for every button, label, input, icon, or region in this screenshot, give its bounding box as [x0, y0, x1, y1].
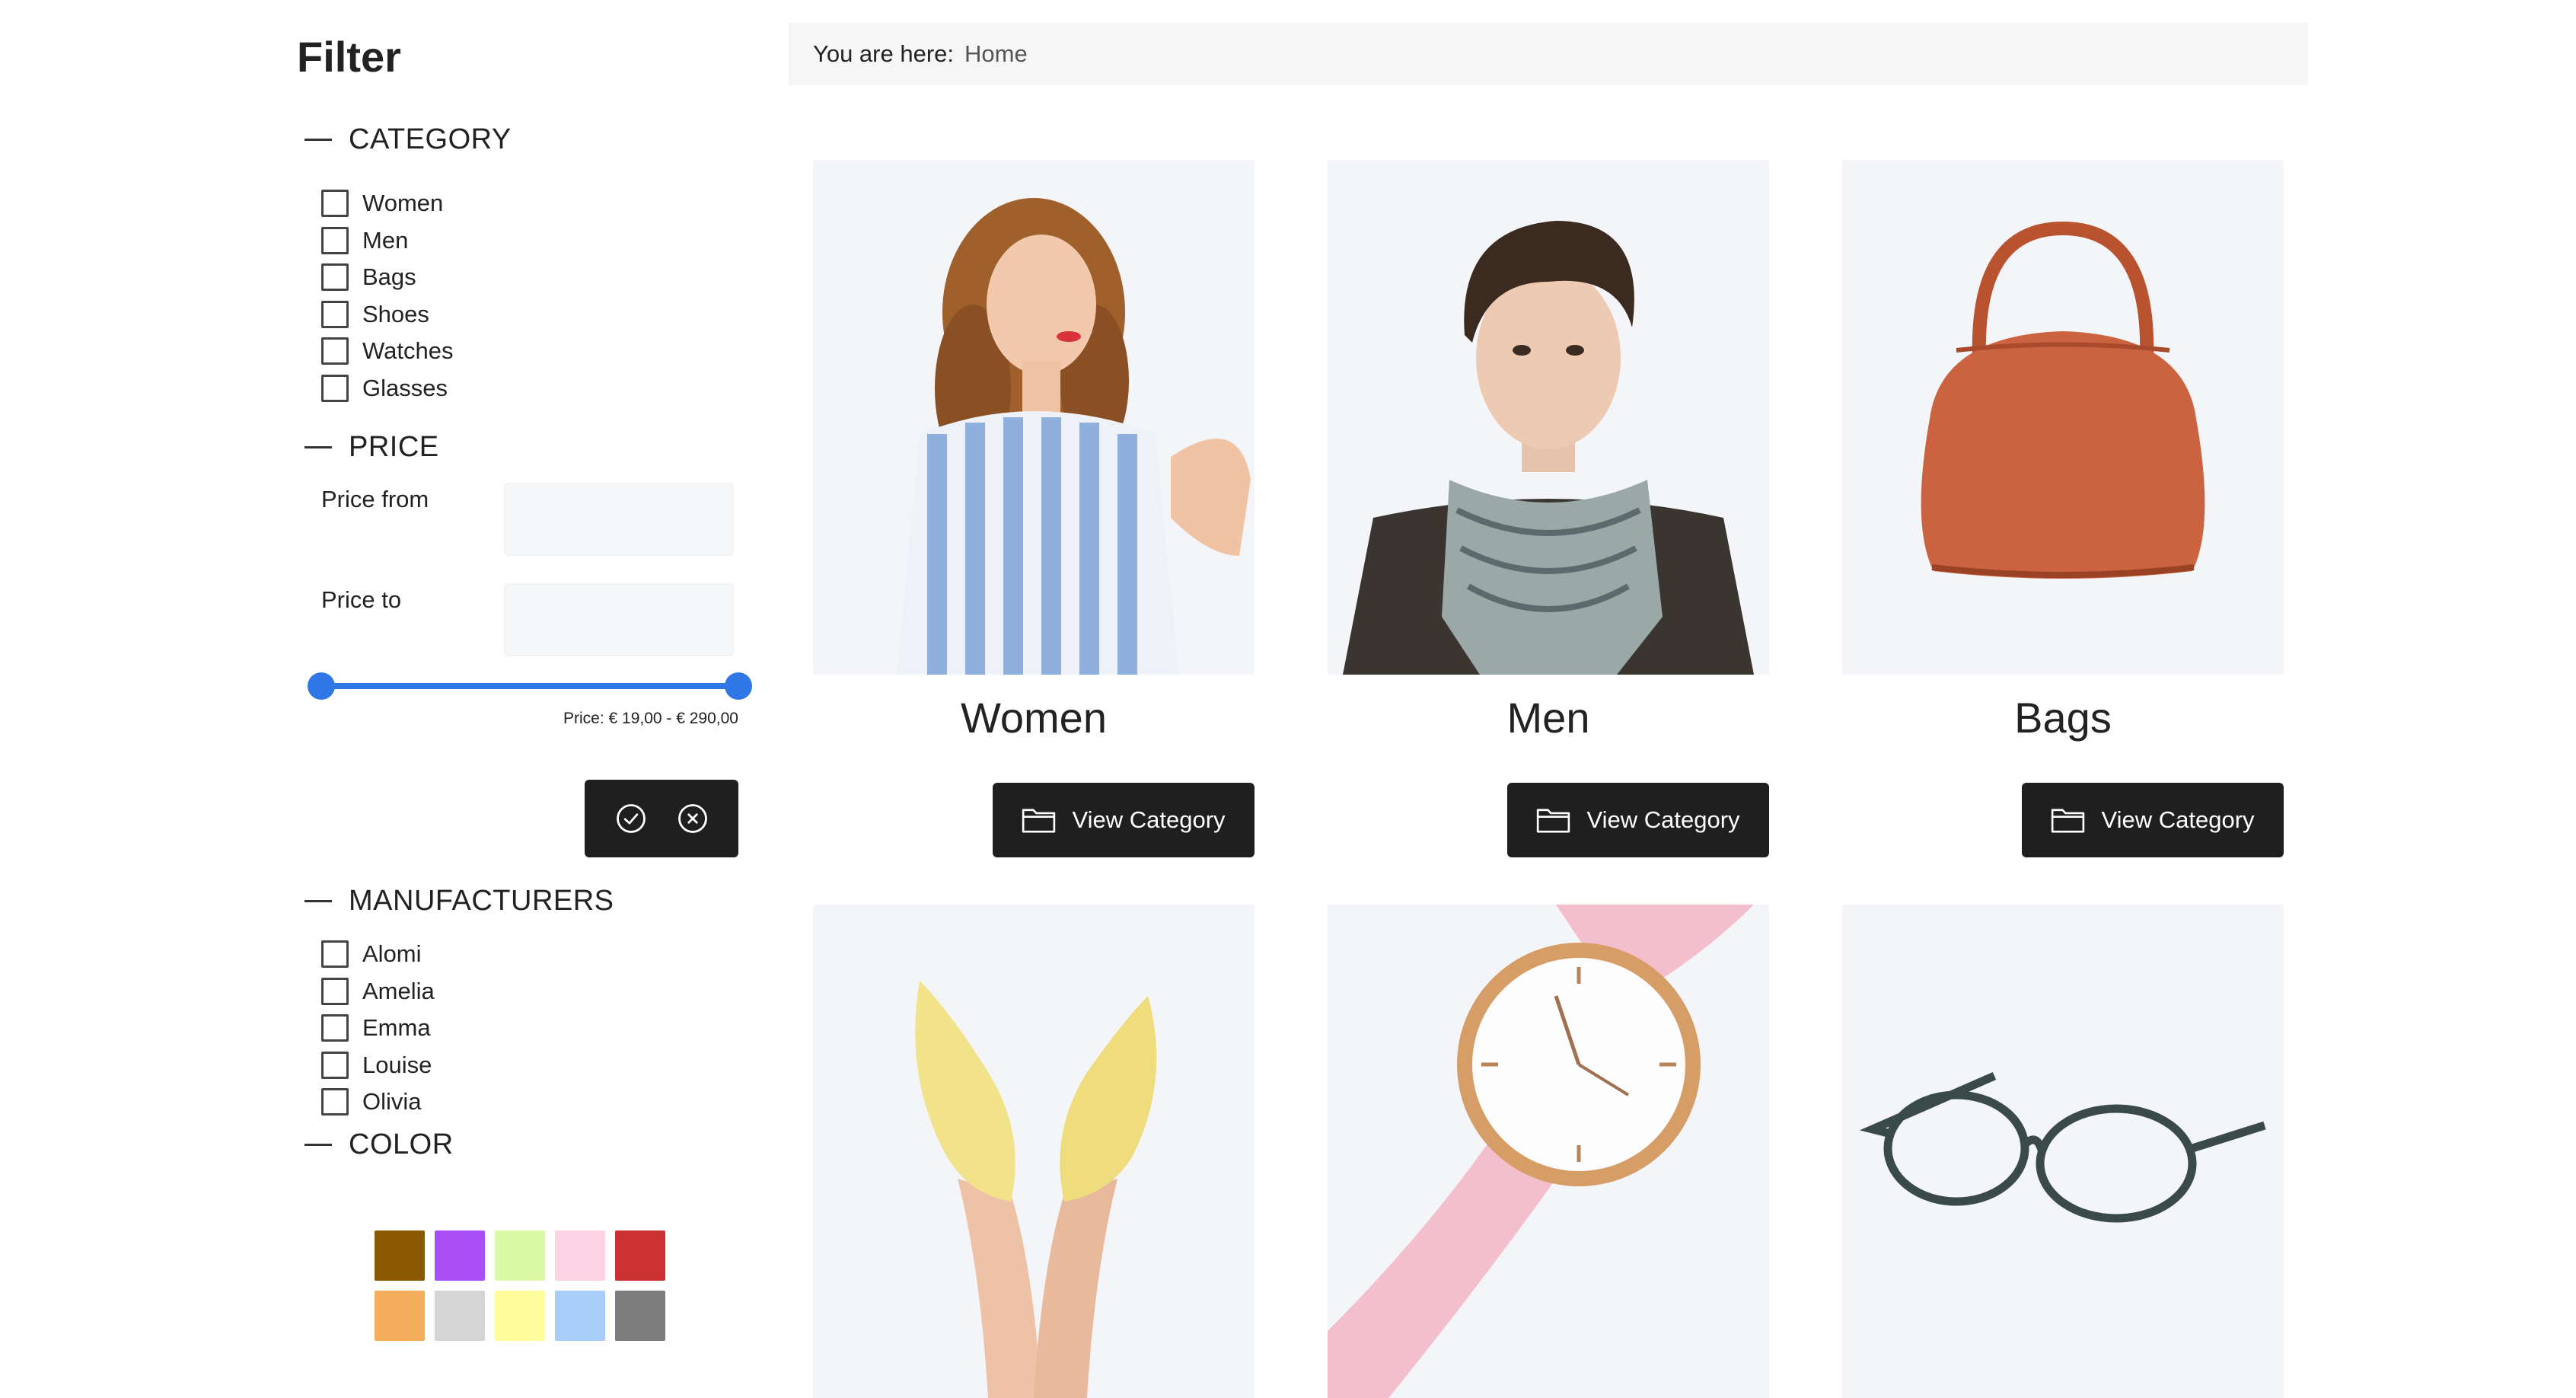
category-heading: CATEGORY — [349, 123, 512, 155]
manufacturer-option-olivia[interactable]: Olivia — [321, 1084, 435, 1121]
folder-icon — [1022, 806, 1057, 834]
woman-in-striped-dress-image[interactable] — [813, 160, 1255, 675]
manufacturer-option-emma[interactable]: Emma — [321, 1010, 435, 1047]
man-with-scarf-image[interactable] — [1328, 160, 1769, 675]
view-category-button[interactable]: View Category — [1507, 783, 1769, 857]
breadcrumb-home-link[interactable]: Home — [964, 40, 1028, 68]
category-option-label: Men — [362, 226, 409, 254]
collapse-dash-icon — [304, 139, 332, 141]
category-option-label: Watches — [362, 337, 454, 365]
price-slider-track[interactable] — [321, 683, 738, 689]
manufacturer-option-alomi[interactable]: Alomi — [321, 936, 435, 973]
checkbox[interactable] — [321, 374, 349, 402]
breadcrumb: You are here: Home — [789, 23, 2308, 85]
checkbox[interactable] — [321, 263, 349, 292]
manufacturer-option-label: Olivia — [362, 1088, 422, 1116]
check-circle-icon — [616, 804, 646, 833]
collapse-dash-icon — [304, 446, 332, 448]
checkbox[interactable] — [321, 337, 349, 365]
filter-sidebar: Filter CATEGORY Women Men Bags Shoes Wat… — [289, 0, 761, 1398]
price-from-label: Price from — [321, 486, 429, 512]
yellow-heeled-shoes-image[interactable] — [813, 905, 1255, 1398]
color-swatch[interactable] — [555, 1230, 605, 1281]
folder-icon — [1536, 806, 1571, 834]
manufacturer-option-label: Emma — [362, 1014, 431, 1042]
category-option-glasses[interactable]: Glasses — [321, 370, 453, 407]
manufacturer-option-label: Alomi — [362, 940, 422, 968]
color-swatch[interactable] — [495, 1230, 545, 1281]
breadcrumb-label: You are here: — [813, 40, 955, 67]
view-category-button[interactable]: View Category — [2022, 783, 2284, 857]
category-option-label: Women — [362, 190, 444, 217]
price-to-input[interactable] — [504, 583, 734, 656]
filter-title: Filter — [297, 33, 401, 81]
color-swatch[interactable] — [615, 1230, 665, 1281]
checkbox[interactable] — [321, 190, 349, 218]
pink-strap-watch-image[interactable] — [1328, 905, 1769, 1398]
checkbox[interactable] — [321, 300, 349, 328]
color-swatch[interactable] — [555, 1291, 605, 1341]
color-swatch[interactable] — [435, 1291, 485, 1341]
category-option-women[interactable]: Women — [321, 185, 453, 222]
category-option-label: Shoes — [362, 300, 429, 327]
price-slider-max-handle[interactable] — [725, 672, 752, 700]
color-swatch[interactable] — [615, 1291, 665, 1341]
checkbox[interactable] — [321, 977, 349, 1005]
color-heading: COLOR — [349, 1128, 454, 1160]
collapse-dash-icon — [304, 1144, 332, 1146]
category-name: Bags — [2014, 694, 2112, 742]
color-swatch[interactable] — [375, 1291, 425, 1341]
checkbox[interactable] — [321, 1088, 349, 1116]
color-swatch[interactable] — [495, 1291, 545, 1341]
manufacturers-heading: MANUFACTURERS — [349, 885, 614, 917]
x-circle-icon — [677, 804, 707, 833]
manufacturer-option-amelia[interactable]: Amelia — [321, 973, 435, 1010]
color-swatch[interactable] — [435, 1230, 485, 1281]
category-option-shoes[interactable]: Shoes — [321, 296, 453, 334]
price-filter-actions — [585, 780, 738, 857]
price-section-toggle[interactable]: PRICE — [304, 431, 439, 464]
category-section-toggle[interactable]: CATEGORY — [304, 123, 512, 156]
orange-handbag-image[interactable] — [1842, 160, 2284, 675]
view-category-button[interactable]: View Category — [993, 783, 1255, 857]
category-option-watches[interactable]: Watches — [321, 333, 453, 370]
price-to-label: Price to — [321, 586, 402, 613]
category-option-label: Glasses — [362, 374, 448, 401]
view-category-label: View Category — [1072, 806, 1226, 833]
category-option-label: Bags — [362, 263, 416, 291]
category-list: Women Men Bags Shoes Watches Glasses — [321, 185, 453, 407]
view-category-label: View Category — [1586, 806, 1740, 833]
view-category-label: View Category — [2101, 806, 2255, 833]
clear-filter-button[interactable] — [676, 802, 709, 835]
price-slider-min-handle[interactable] — [308, 672, 335, 700]
color-section-toggle[interactable]: COLOR — [304, 1128, 454, 1161]
price-from-input[interactable] — [504, 483, 734, 556]
category-name: Men — [1506, 694, 1590, 742]
apply-filter-button[interactable] — [614, 802, 648, 835]
manufacturer-option-louise[interactable]: Louise — [321, 1047, 435, 1084]
category-option-men[interactable]: Men — [321, 222, 453, 260]
category-option-bags[interactable]: Bags — [321, 259, 453, 296]
folder-icon — [2051, 806, 2086, 834]
checkbox[interactable] — [321, 1051, 349, 1079]
category-name: Women — [961, 694, 1107, 742]
color-swatch[interactable] — [375, 1230, 425, 1281]
manufacturer-option-label: Louise — [362, 1051, 432, 1078]
manufacturer-list: Alomi Amelia Emma Louise Olivia — [321, 936, 435, 1121]
glasses-image[interactable] — [1842, 905, 2284, 1398]
price-heading: PRICE — [349, 431, 439, 463]
checkbox[interactable] — [321, 226, 349, 254]
checkbox[interactable] — [321, 940, 349, 969]
manufacturers-section-toggle[interactable]: MANUFACTURERS — [304, 885, 614, 918]
manufacturer-option-label: Amelia — [362, 977, 435, 1004]
color-swatch-grid — [375, 1230, 665, 1341]
checkbox[interactable] — [321, 1014, 349, 1042]
collapse-dash-icon — [304, 900, 332, 902]
price-range-text: Price: € 19,00 - € 290,00 — [563, 710, 738, 727]
